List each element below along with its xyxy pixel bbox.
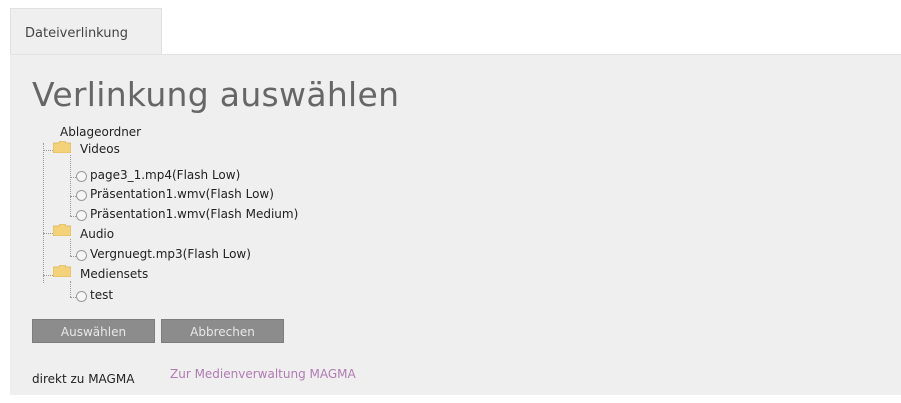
tree-root-label: Ablageordner <box>60 125 142 139</box>
folder-icon <box>53 265 71 277</box>
tree-connector <box>43 233 53 234</box>
file-label: test <box>90 288 114 302</box>
content-panel: Verlinkung auswählen Ablageordner Videos… <box>10 54 901 395</box>
file-radio[interactable] <box>76 171 87 182</box>
magma-link[interactable]: Zur Medienverwaltung MAGMA <box>170 367 356 381</box>
tree-connector <box>43 275 53 276</box>
file-label: Vergnuegt.mp3(Flash Low) <box>90 247 251 261</box>
folder-icon <box>53 224 71 236</box>
footer-text: direkt zu MAGMA <box>32 372 135 386</box>
cancel-button[interactable]: Abbrechen <box>161 319 284 343</box>
tab-label: Dateiverlinkung <box>25 26 129 41</box>
file-radio[interactable] <box>76 250 87 261</box>
file-radio[interactable] <box>76 291 87 302</box>
tree-connector <box>43 143 44 283</box>
folder-label: Mediensets <box>80 267 149 281</box>
folder-label: Audio <box>80 227 115 241</box>
page-title: Verlinkung auswählen <box>32 75 400 114</box>
folder-icon <box>53 141 71 153</box>
tree-connector <box>70 281 71 297</box>
file-label: Präsentation1.wmv(Flash Low) <box>90 187 274 201</box>
tree-connector <box>70 239 71 256</box>
tree-connector <box>43 150 53 151</box>
folder-label: Videos <box>80 142 120 156</box>
tab-dateiverlinkung[interactable]: Dateiverlinkung <box>10 8 162 56</box>
file-radio[interactable] <box>76 210 87 221</box>
file-radio[interactable] <box>76 190 87 201</box>
file-label: page3_1.mp4(Flash Low) <box>90 168 241 182</box>
file-label: Präsentation1.wmv(Flash Medium) <box>90 207 299 221</box>
select-button[interactable]: Auswählen <box>32 319 155 343</box>
tab-bar: Dateiverlinkung <box>0 0 901 56</box>
tree-connector <box>70 155 71 216</box>
